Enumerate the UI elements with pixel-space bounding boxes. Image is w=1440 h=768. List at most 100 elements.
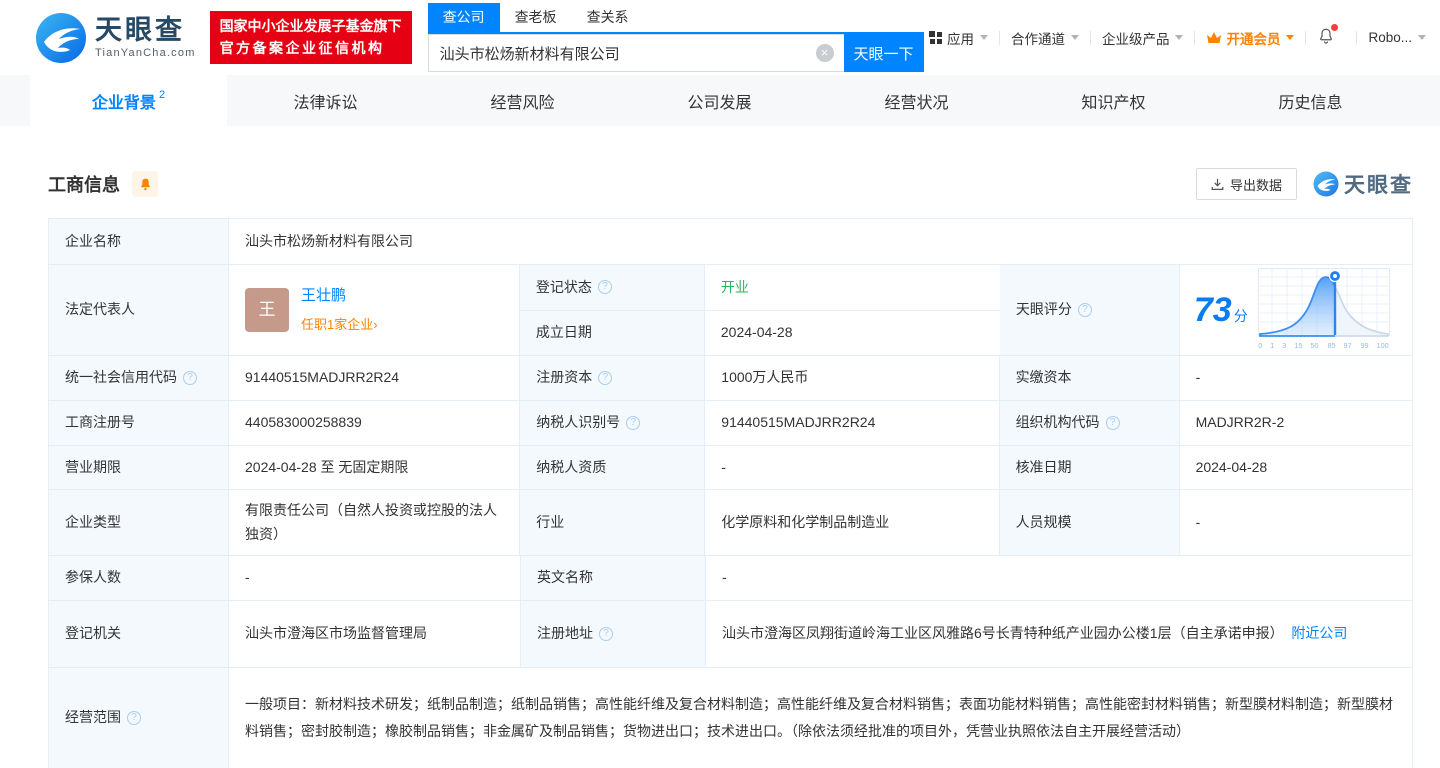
field-label: 注册资本?: [520, 356, 706, 400]
divider: [1356, 30, 1358, 45]
divider: [1194, 30, 1196, 45]
help-icon[interactable]: ?: [598, 371, 613, 385]
credit-code-value: 91440515MADJRR2R24: [229, 356, 521, 400]
help-icon[interactable]: ?: [626, 416, 641, 430]
chevron-down-icon: [1070, 35, 1079, 40]
bell-icon: [140, 178, 150, 190]
field-label: 参保人数: [49, 556, 229, 600]
notifications-bell[interactable]: [1317, 24, 1339, 48]
monitor-bell-button[interactable]: [132, 171, 158, 197]
table-row: 企业类型 有限责任公司（自然人投资或控股的法人独资） 行业 化学原料和化学制品制…: [49, 490, 1412, 556]
grid-icon: [928, 30, 942, 44]
legal-rep-name-link[interactable]: 王壮鹏: [301, 284, 378, 309]
legal-rep-cell: 王 王壮鹏 任职1家企业›: [229, 265, 520, 355]
score-axis-labels: 0 1 3 15 50 85 97 99 100: [1258, 339, 1390, 352]
score-axis-label: 50: [1310, 341, 1319, 350]
tab-item[interactable]: 经营风险: [424, 75, 621, 126]
company-type-value: 有限责任公司（自然人投资或控股的法人独资）: [229, 490, 521, 555]
tyc-score-cell[interactable]: 73 分 0 1 3 15 50 85 97 99 100: [1180, 265, 1412, 355]
tab-item[interactable]: 企业背景 2: [30, 75, 227, 126]
nav-enterprise-products[interactable]: 企业级产品: [1102, 28, 1184, 48]
score-axis-label: 99: [1360, 341, 1369, 350]
logo-domain-text: TianYanCha.com: [95, 47, 196, 60]
tianyancha-logo-icon: [1313, 171, 1339, 197]
divider: [998, 30, 1000, 45]
table-row: 营业期限 2024-04-28 至 无固定期限 纳税人资质 - 核准日期 202…: [49, 446, 1412, 490]
notification-dot: [1331, 24, 1339, 31]
top-nav: 应用 合作通道 企业级产品 开通会员 Robo...: [928, 24, 1426, 48]
search-tab-relation[interactable]: 查关系: [572, 3, 644, 32]
chevron-down-icon: [1175, 35, 1184, 40]
section-title: 工商信息: [48, 175, 120, 195]
crown-icon: [1207, 31, 1222, 43]
serving-companies-link[interactable]: 任职1家企业›: [301, 317, 378, 332]
english-name-value: -: [722, 569, 727, 586]
nav-open-vip[interactable]: 开通会员: [1206, 28, 1295, 48]
reg-authority-value: 汕头市澄海区市场监督管理局: [229, 601, 521, 667]
nav-user-account[interactable]: Robo...: [1368, 30, 1426, 45]
business-scope-value: 一般项目：新材料技术研发；纸制品制造；纸制品销售；高性能纤维及复合材料制造；高性…: [245, 696, 1393, 739]
search-tabs: 查公司 查老板 查关系: [427, 3, 924, 34]
taxpayer-quals-value: -: [705, 446, 1000, 489]
nav-apps[interactable]: 应用: [928, 28, 988, 48]
tianyancha-logo-icon: [36, 12, 86, 63]
avatar[interactable]: 王: [245, 288, 289, 332]
tab-item[interactable]: 法律诉讼: [227, 75, 424, 126]
field-label: 成立日期: [519, 310, 705, 355]
taxpayer-id-value: 91440515MADJRR2R24: [705, 401, 1000, 445]
search-tab-company[interactable]: 查公司: [427, 3, 500, 32]
establish-date-value: 2024-04-28: [720, 324, 793, 341]
search-module: 查公司 查老板 查关系 × 天眼一下: [427, 3, 924, 72]
score-axis-label: 97: [1343, 341, 1352, 350]
business-info-table: 企业名称 汕头市松炀新材料有限公司 法定代表人 王 王壮鹏 任职1家企业› 登记…: [48, 218, 1413, 768]
field-label: 法定代表人: [49, 265, 229, 355]
help-icon[interactable]: ?: [183, 371, 197, 385]
field-label: 组织机构代码?: [999, 401, 1180, 445]
search-input[interactable]: [427, 34, 844, 72]
search-tab-boss[interactable]: 查老板: [500, 3, 572, 32]
nav-partner-channel[interactable]: 合作通道: [1011, 28, 1079, 48]
download-icon: [1211, 178, 1224, 190]
clear-search-icon[interactable]: ×: [815, 44, 834, 62]
table-row: 参保人数 - 英文名称 -: [49, 556, 1412, 601]
tianyancha-logo[interactable]: 天眼查 TianYanCha.com: [35, 12, 196, 64]
export-data-button[interactable]: 导出数据: [1195, 168, 1297, 200]
field-label: 注册地址?: [521, 601, 706, 667]
field-label: 英文名称: [521, 556, 706, 600]
help-icon[interactable]: ?: [127, 711, 141, 725]
top-header: 天眼查 TianYanCha.com 国家中小企业发展子基金旗下 官方备案企业征…: [0, 0, 1440, 75]
nearby-companies-link[interactable]: 附近公司: [1291, 625, 1347, 641]
help-icon[interactable]: ?: [1077, 303, 1092, 317]
score-axis-label: 85: [1327, 341, 1336, 350]
field-label: 经营范围?: [49, 668, 229, 768]
help-icon[interactable]: ?: [599, 627, 613, 641]
field-label: 行业: [520, 490, 706, 555]
field-label: 纳税人资质: [520, 446, 706, 489]
score-axis-label: 1: [1269, 341, 1274, 350]
help-icon[interactable]: ?: [597, 280, 612, 295]
table-row: 法定代表人 王 王壮鹏 任职1家企业› 登记状态? 开业 成立日期 2024-0…: [49, 265, 1412, 356]
help-icon[interactable]: ?: [1105, 416, 1120, 430]
field-label: 企业类型: [49, 490, 229, 555]
company-section-tabs: 企业背景 2 法律诉讼 经营风险 公司发展 经营状况 知识产权 历史信息: [0, 75, 1440, 126]
reg-status-value: 开业: [720, 278, 749, 295]
official-credit-badge: 国家中小企业发展子基金旗下 官方备案企业征信机构: [209, 10, 412, 65]
tab-item[interactable]: 知识产权: [1015, 75, 1212, 126]
field-label: 天眼评分?: [999, 265, 1180, 355]
field-label: 营业期限: [49, 446, 229, 489]
divider: [1305, 30, 1307, 45]
table-row: 工商注册号 440583000258839 纳税人识别号? 91440515MA…: [49, 401, 1412, 446]
watermark-logo: 天眼查: [1313, 169, 1413, 199]
chevron-down-icon: [979, 35, 988, 40]
search-button[interactable]: 天眼一下: [843, 34, 924, 72]
tab-item[interactable]: 历史信息: [1212, 75, 1409, 126]
company-name-value: 汕头市松炀新材料有限公司: [245, 232, 413, 249]
tab-item[interactable]: 经营状况: [818, 75, 1015, 126]
org-code-value: MADJRR2R-2: [1195, 414, 1285, 431]
reg-number-value: 440583000258839: [229, 401, 521, 445]
field-label: 登记机关: [49, 601, 229, 667]
tab-item[interactable]: 公司发展: [621, 75, 818, 126]
field-label: 核准日期: [999, 446, 1180, 489]
divider: [1089, 30, 1091, 45]
table-row: 企业名称 汕头市松炀新材料有限公司: [49, 219, 1412, 265]
